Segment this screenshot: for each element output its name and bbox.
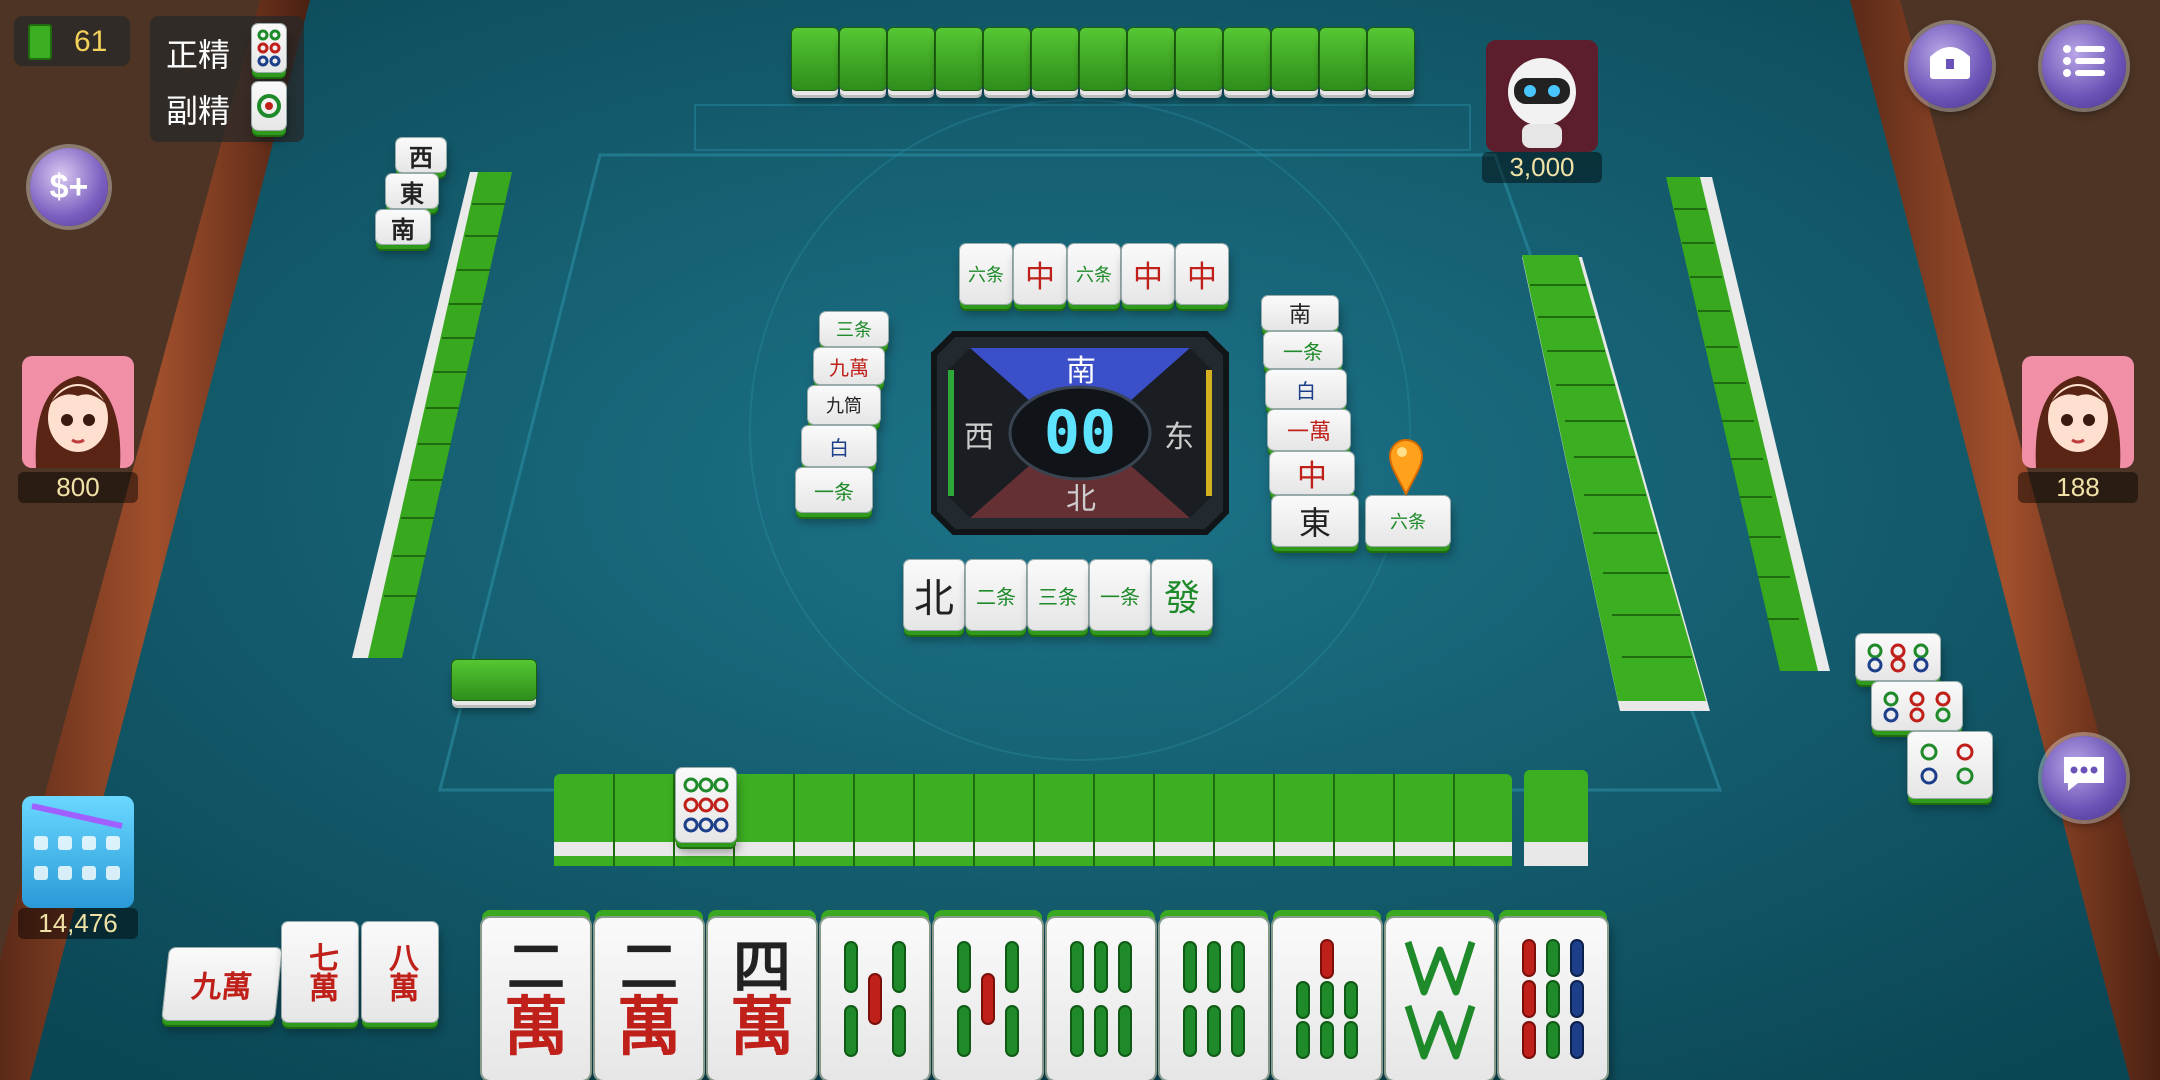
discard-tile: 三条 — [1028, 560, 1088, 630]
discard-tile: 中 — [1014, 244, 1066, 304]
hand-tile-wan[interactable]: 二萬 — [482, 918, 590, 1080]
wind-top: 南 — [1066, 355, 1096, 388]
hand-tile-bamboo[interactable] — [1499, 918, 1607, 1080]
discard-tile: 一条 — [796, 468, 872, 512]
flipped-wall-tile — [676, 768, 736, 842]
tile-back — [840, 28, 886, 90]
top-discards: 六条 中 六条 中 中 — [960, 244, 1230, 308]
chat-button[interactable] — [2042, 736, 2126, 820]
right-player-meld — [1852, 634, 2002, 804]
self-wall — [552, 768, 1602, 882]
center-compass: 00 南 西 东 北 — [930, 330, 1230, 536]
chat-icon — [2060, 753, 2108, 803]
discard-tile: 東 — [1272, 496, 1358, 546]
add-coins-icon: $+ — [49, 167, 89, 206]
treasure-chest-icon — [1927, 41, 1973, 91]
tile-back — [888, 28, 934, 90]
score-top-player: 3,000 — [1482, 152, 1602, 183]
wind-right: 东 — [1164, 421, 1194, 454]
discard-tile: 二条 — [966, 560, 1026, 630]
tile-counter-icon — [28, 24, 52, 60]
tile-back — [1176, 28, 1222, 90]
right-wall — [1520, 255, 1720, 735]
left-discards: 三条 九萬 九筒 白 一条 — [796, 312, 896, 530]
timer: 00 — [1043, 398, 1117, 468]
discard-tile: 三条 — [820, 312, 888, 346]
tile-back — [1224, 28, 1270, 90]
score-left-player: 800 — [18, 472, 138, 503]
avatar-left-player[interactable] — [22, 356, 134, 468]
tile-back — [936, 28, 982, 90]
meld-tile — [1856, 634, 1940, 680]
discard-tile: 九萬 — [814, 348, 884, 384]
discard-tile: 白 — [1266, 370, 1346, 408]
meld-tile: 西 — [396, 138, 446, 172]
tile-back — [1128, 28, 1174, 90]
right-discards: 南 一条 白 一萬 中 東 六条 — [1262, 296, 1462, 556]
hand-tile-bamboo[interactable] — [1160, 918, 1268, 1080]
hand-tile-wan[interactable]: 二萬 — [595, 918, 703, 1080]
discard-tile: 六条 — [1366, 496, 1450, 546]
menu-list-icon — [2062, 43, 2106, 89]
left-player-hand — [330, 170, 520, 660]
wild-tiles-panel: 正精 副精 — [150, 16, 304, 142]
discard-tile: 一条 — [1264, 332, 1342, 368]
discard-tile: 六条 — [960, 244, 1012, 304]
discard-tile: 一萬 — [1268, 410, 1350, 450]
avatar-self-player[interactable] — [22, 796, 134, 908]
discard-tile: 中 — [1270, 452, 1354, 494]
left-wall-tile — [452, 660, 536, 700]
meld-tile: 八萬 — [362, 922, 438, 1022]
treasure-button[interactable] — [1908, 24, 1992, 108]
avatar-right-player[interactable] — [2022, 356, 2134, 468]
discard-tile: 九筒 — [808, 386, 880, 424]
sub-wild-tile — [252, 82, 286, 130]
discard-tile: 一条 — [1090, 560, 1150, 630]
meld-tile — [1872, 682, 1962, 730]
discard-tile: 中 — [1176, 244, 1228, 304]
tile-back — [984, 28, 1030, 90]
hand-tile-bamboo[interactable] — [1386, 918, 1494, 1080]
bottom-discards: 北 二条 三条 一条 發 — [904, 560, 1220, 634]
top-player-hand — [792, 28, 1416, 96]
score-self-player: 14,476 — [18, 908, 138, 939]
discard-tile: 六条 — [1068, 244, 1120, 304]
meld-tile — [1908, 732, 1992, 798]
hand-tile-bamboo[interactable] — [1273, 918, 1381, 1080]
tile-counter: 61 — [14, 16, 130, 66]
tile-back — [1032, 28, 1078, 90]
tile-back — [792, 28, 838, 90]
self-hand: 二萬 二萬 四萬 — [482, 918, 1614, 1080]
last-discard-marker-icon — [1388, 438, 1424, 497]
meld-tile: 七萬 — [282, 922, 358, 1022]
discard-tile: 北 — [904, 560, 964, 630]
discard-tile: 中 — [1122, 244, 1174, 304]
sub-wild-label: 副精 — [166, 93, 231, 129]
avatar-top-player[interactable] — [1486, 40, 1598, 152]
wind-left: 西 — [964, 421, 994, 454]
hand-tile-bamboo[interactable] — [821, 918, 929, 1080]
tile-back — [1368, 28, 1414, 90]
hand-tile-bamboo[interactable] — [1047, 918, 1155, 1080]
tiles-remaining: 61 — [74, 25, 108, 58]
score-right-player: 188 — [2018, 472, 2138, 503]
add-coins-button[interactable]: $+ — [30, 148, 108, 226]
menu-button[interactable] — [2042, 24, 2126, 108]
main-wild-tile — [252, 24, 286, 72]
self-exposed-meld: 九萬 七萬 八萬 — [162, 920, 466, 1030]
tile-back — [1272, 28, 1318, 90]
hand-tile-bamboo[interactable] — [934, 918, 1042, 1080]
discard-tile: 發 — [1152, 560, 1212, 630]
hand-tile-wan[interactable]: 四萬 — [708, 918, 816, 1080]
main-wild-label: 正精 — [166, 37, 231, 73]
tile-back — [1320, 28, 1366, 90]
wind-bottom: 北 — [1066, 483, 1096, 516]
discard-tile: 南 — [1262, 296, 1338, 330]
discard-tile: 白 — [802, 426, 876, 466]
meld-tile: 九萬 — [162, 948, 282, 1020]
tile-back — [1080, 28, 1126, 90]
